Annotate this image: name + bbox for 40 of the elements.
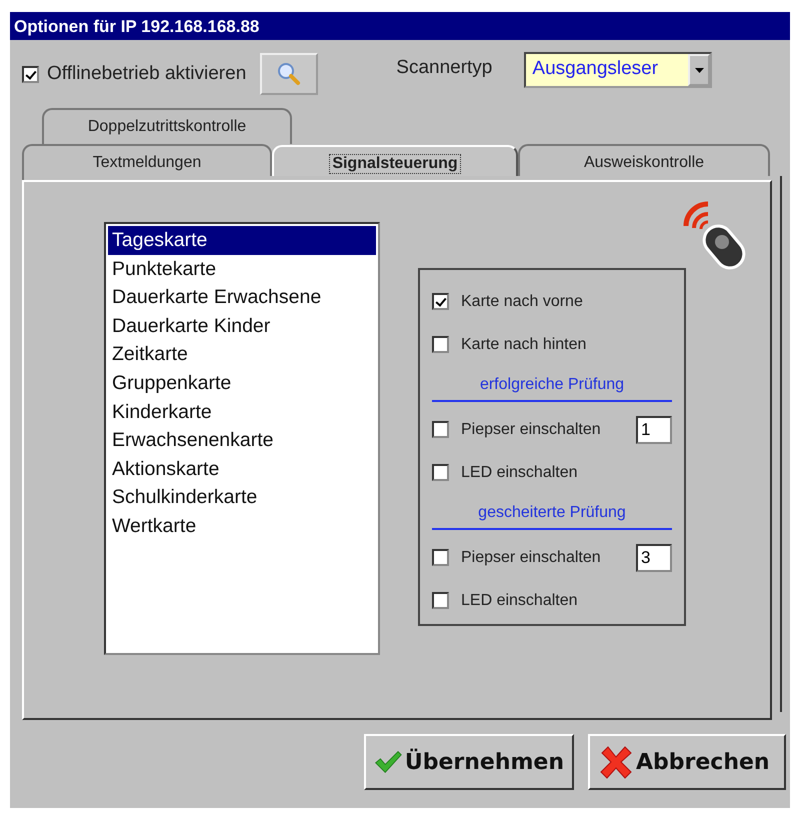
- checkbox-label: Offlinebetrieb aktivieren: [47, 63, 246, 85]
- checkbox-label: LED einschalten: [461, 592, 578, 610]
- scanner-type-dropdown[interactable]: Ausgangsleser: [524, 52, 712, 88]
- checkbox-label: Piepser einschalten: [461, 548, 601, 566]
- list-item[interactable]: Schulkinderkarte: [108, 483, 376, 512]
- checkbox[interactable]: [432, 592, 449, 609]
- apply-button[interactable]: Übernehmen: [364, 734, 574, 790]
- section-heading: erfolgreiche Prüfung: [432, 366, 672, 402]
- cross-icon: [598, 745, 634, 779]
- checkbox-label: Karte nach hinten: [461, 336, 586, 354]
- list-item[interactable]: Kinderkarte: [108, 398, 376, 426]
- list-item[interactable]: Punktekarte: [108, 254, 376, 284]
- checkbox-label: Piepser einschalten: [461, 420, 601, 438]
- card-type-list[interactable]: Tageskarte Punktekarte Dauerkarte Erwachsene Dauerkarte Kinder Zeitkarte Gruppenkarte Kinderkarte Erwachsenenkarte Aktionskarte Schulkinderkarte Wertkarte: [104, 222, 380, 655]
- checkbox-label: Karte nach vorne: [461, 292, 583, 310]
- list-item[interactable]: Dauerkarte Erwachsene: [108, 283, 376, 312]
- checkbox[interactable]: [432, 421, 449, 438]
- list-item[interactable]: Wertkarte: [108, 512, 376, 541]
- checkbox[interactable]: [432, 464, 449, 481]
- list-item[interactable]: Dauerkarte Kinder: [108, 312, 376, 340]
- search-icon: [276, 61, 302, 87]
- list-item[interactable]: Tageskarte: [108, 226, 376, 255]
- list-item[interactable]: Aktionskarte: [108, 454, 376, 484]
- checkbox-label: LED einschalten: [461, 464, 578, 482]
- checkbox[interactable]: [432, 293, 449, 310]
- dropdown-arrow-icon: [694, 68, 704, 72]
- checkbox[interactable]: [22, 66, 39, 82]
- scanner-type-label: Scannertyp: [396, 57, 492, 79]
- number-field[interactable]: 1: [636, 416, 672, 444]
- cancel-button[interactable]: Abbrechen: [588, 734, 786, 790]
- tab[interactable]: Doppelzutrittskontrolle: [42, 108, 292, 144]
- list-item[interactable]: Gruppenkarte: [108, 368, 376, 398]
- number-field[interactable]: 3: [636, 544, 672, 572]
- list-item[interactable]: Erwachsenenkarte: [108, 426, 376, 455]
- section-heading: gescheiterte Prüfung: [432, 494, 672, 530]
- window-title: Optionen für IP 192.168.168.88: [10, 12, 790, 40]
- list-item[interactable]: Zeitkarte: [108, 340, 376, 369]
- checkbox[interactable]: [432, 336, 449, 353]
- search-button[interactable]: [260, 53, 318, 95]
- checkbox[interactable]: [432, 549, 449, 566]
